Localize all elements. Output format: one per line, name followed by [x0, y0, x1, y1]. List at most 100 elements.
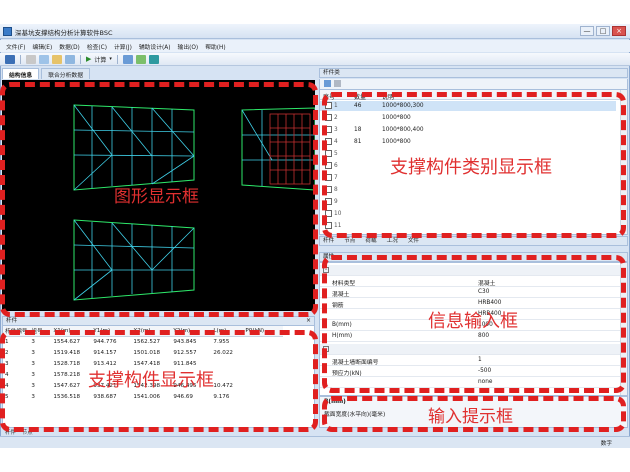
table-row[interactable]: 2 3 1519.418 914.157 1501.018 912.557 26.022 [3, 348, 283, 359]
list-item[interactable]: 10 [320, 209, 616, 219]
property-value[interactable]: HRB400 [478, 300, 501, 306]
collapse-icon[interactable]: - [323, 267, 329, 273]
row-checkbox[interactable] [325, 210, 332, 217]
col-header[interactable]: Y2(m) [171, 326, 212, 337]
tab-nodes[interactable]: 节点 [344, 237, 355, 245]
cut-icon[interactable] [26, 54, 36, 64]
property-value[interactable]: 800 [478, 333, 489, 339]
col-header[interactable]: Y1(m) [91, 326, 132, 337]
property-row[interactable]: 混凝土 C30 [320, 287, 620, 298]
row-checkbox[interactable] [325, 102, 332, 109]
row-checkbox[interactable] [325, 114, 332, 121]
list-item[interactable]: 11 [320, 221, 616, 231]
add-icon[interactable] [324, 80, 331, 87]
col-header[interactable]: 数量 [354, 92, 366, 101]
col-header[interactable]: X1(m) [51, 326, 92, 337]
menu-aux-design[interactable]: 辅助设计(A) [139, 42, 171, 51]
property-row[interactable]: 预应力(kN) -500 [320, 366, 620, 377]
minimize-button[interactable]: — [580, 26, 594, 36]
cell: 1528.718 [53, 361, 81, 367]
tab-structure-info[interactable]: 结构信息 [2, 68, 40, 79]
row-checkbox[interactable] [325, 126, 332, 133]
close-icon[interactable]: × [306, 317, 311, 325]
property-value[interactable]: -500 [478, 368, 491, 374]
row-checkbox[interactable] [325, 186, 332, 193]
col-header[interactable]: L(m) [211, 326, 244, 337]
paste-icon[interactable] [52, 54, 62, 64]
tab-joint-analysis[interactable]: 联合分析数据 [41, 68, 90, 79]
collapse-icon[interactable]: - [323, 346, 329, 352]
list-item[interactable]: 1 46 1000*800,300 [320, 101, 616, 111]
cell: 943.845 [173, 339, 197, 346]
col-header[interactable]: 杆件编号 [3, 326, 30, 337]
copy-icon[interactable] [39, 54, 49, 64]
play-icon[interactable]: ▶ [86, 55, 91, 63]
chevron-down-icon[interactable]: ▾ [109, 56, 112, 62]
row-checkbox[interactable] [325, 222, 332, 229]
row-checkbox[interactable] [325, 138, 332, 145]
close-button[interactable]: × [612, 26, 626, 36]
property-value[interactable]: none [478, 379, 492, 385]
cell: 1519.418 [53, 350, 81, 356]
list-item[interactable]: 9 [320, 197, 616, 207]
menu-calc[interactable]: 计算(J) [114, 42, 132, 51]
list-item[interactable]: 8 [320, 185, 616, 195]
menu-data[interactable]: 数据(D) [59, 42, 80, 51]
property-row[interactable]: 材料类型 混凝土 [320, 276, 620, 287]
menu-edit[interactable]: 编辑(E) [32, 42, 52, 51]
tab-nodes[interactable]: 节点 [22, 428, 33, 436]
menu-bar: 文件(F) 编辑(E) 数据(D) 检查(C) 计算(J) 辅助设计(A) 输出… [0, 40, 630, 52]
tab-loads[interactable]: 荷载 [365, 237, 376, 245]
menu-help[interactable]: 帮助(H) [205, 42, 225, 51]
row-checkbox[interactable] [325, 198, 332, 205]
table-row[interactable]: 5 3 1536.518 938.687 1541.006 946.69 9.176 [3, 392, 283, 403]
col-header[interactable]: 序号 [323, 92, 335, 101]
property-key: 材料类型 [332, 281, 356, 287]
menu-check[interactable]: 检查(C) [87, 42, 107, 51]
cell: 3 [31, 394, 35, 400]
properties-scrollbar[interactable] [620, 263, 627, 395]
property-value[interactable]: 1 [478, 357, 482, 363]
annotation-graphics: 图形显示框 [114, 187, 199, 207]
cell: 1541.006 [133, 394, 161, 400]
types-scrollbar[interactable] [620, 90, 627, 234]
maximize-button[interactable]: □ [596, 26, 610, 36]
tab-members[interactable]: 杆件 [5, 428, 16, 436]
menu-file[interactable]: 文件(F) [6, 42, 25, 51]
tab-files[interactable]: 文件 [408, 237, 419, 245]
row-number: 10 [334, 211, 342, 217]
col-header[interactable]: P0(kN) [243, 326, 284, 337]
list-item[interactable]: 2 1000*800 [320, 113, 616, 123]
property-group[interactable]: - [320, 344, 620, 355]
cell [243, 359, 283, 370]
design-icon[interactable] [148, 54, 159, 64]
row-checkbox[interactable] [325, 162, 332, 169]
save-icon[interactable] [5, 54, 15, 64]
tab-cases[interactable]: 工况 [387, 237, 398, 245]
property-value[interactable]: 混凝土 [478, 278, 495, 287]
properties-header: 属性 [319, 252, 628, 262]
grid-icon[interactable] [135, 54, 146, 64]
members-panel-title: 杆件 [6, 318, 18, 324]
calc-button[interactable]: 计算 [94, 55, 106, 64]
tab-members[interactable]: 杆件 [323, 237, 334, 245]
row-checkbox[interactable] [325, 150, 332, 157]
list-item[interactable]: 4 81 1000*800 [320, 137, 616, 147]
row-checkbox[interactable] [325, 174, 332, 181]
delete-icon[interactable] [334, 80, 341, 87]
col-header[interactable]: 说明 [382, 92, 394, 101]
col-header[interactable]: 组号 [29, 326, 52, 337]
cell: 3 [31, 339, 35, 346]
list-item[interactable]: 3 18 1000*800,400 [320, 125, 616, 135]
chart-icon[interactable] [122, 54, 133, 64]
types-toolbar [319, 79, 628, 89]
col-header[interactable]: X2(m) [131, 326, 172, 337]
property-group[interactable]: - [320, 265, 620, 276]
property-row[interactable]: 混凝土墙断面编号 1 [320, 355, 620, 366]
property-row[interactable]: none [320, 377, 620, 388]
toolbar: ▶ 计算 ▾ [0, 53, 630, 66]
menu-output[interactable]: 输出(O) [178, 42, 199, 51]
undo-icon[interactable] [65, 54, 75, 64]
property-value[interactable]: C30 [478, 289, 489, 295]
table-row[interactable]: 1 3 1554.627 944.776 1562.527 943.845 7.955 [3, 337, 283, 348]
